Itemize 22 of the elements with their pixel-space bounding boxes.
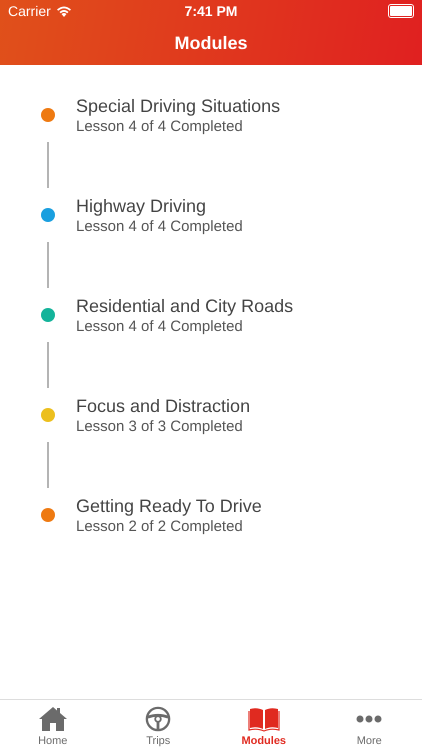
tab-bar-item[interactable]: Trips	[106, 700, 211, 750]
module-title[interactable]: Special Driving Situations	[76, 94, 280, 116]
home-icon	[38, 706, 68, 732]
book-icon	[248, 706, 280, 732]
carrier-label: Carrier	[8, 3, 51, 19]
tab-bar-item[interactable]: Modules	[211, 700, 316, 750]
module-title[interactable]: Getting Ready To Drive	[76, 494, 262, 516]
timeline-connector	[47, 442, 49, 488]
module-title[interactable]: Focus and Distraction	[76, 394, 250, 416]
timeline-connector	[47, 142, 49, 188]
wifi-icon	[56, 5, 72, 17]
clock-time: 7:41 PM	[184, 3, 238, 19]
module-title[interactable]: Highway Driving	[76, 194, 243, 216]
battery-icon	[388, 4, 414, 18]
screen-title: Modules	[174, 33, 248, 54]
module-title[interactable]: Residential and City Roads	[76, 294, 294, 316]
tab-bar-item[interactable]: Home	[0, 700, 106, 750]
more-icon	[356, 715, 382, 723]
tab-bar-item[interactable]: More	[316, 700, 422, 750]
timeline-connector	[47, 342, 49, 388]
steering-wheel-icon	[144, 706, 172, 732]
timeline-connector	[47, 242, 49, 288]
